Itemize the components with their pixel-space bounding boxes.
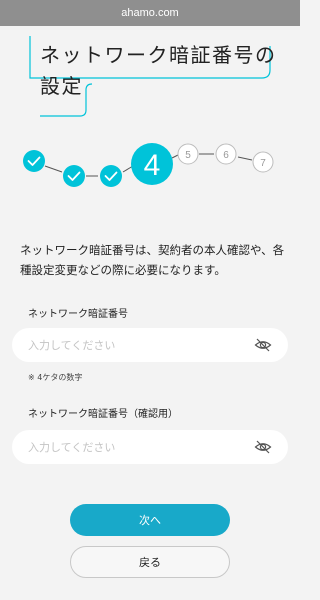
pin-input[interactable] bbox=[28, 338, 248, 352]
step-1-completed bbox=[23, 150, 45, 172]
step-current: 4 bbox=[131, 143, 173, 185]
browser-url-bar[interactable]: ahamo.com bbox=[0, 0, 300, 26]
pin-confirm-field[interactable] bbox=[12, 430, 288, 464]
page-title-line2: 設定 bbox=[40, 74, 83, 98]
intro-text: ネットワーク暗証番号は、契約者の本人確認や、各種設定変更などの際に必要になります… bbox=[20, 243, 285, 277]
page-title: ネットワーク暗証番号の 設定 bbox=[40, 40, 290, 102]
pin-confirm-input[interactable] bbox=[28, 440, 248, 454]
back-button[interactable]: 戻る bbox=[70, 546, 230, 578]
step-upcoming-7: 7 bbox=[252, 151, 274, 173]
step-3-completed bbox=[100, 165, 122, 187]
eye-slash-icon[interactable] bbox=[254, 439, 272, 455]
pin-confirm-label: ネットワーク暗証番号（確認用） bbox=[28, 409, 178, 420]
pin-hint: ※ 4ケタの数字 bbox=[28, 373, 83, 382]
page-title-line1: ネットワーク暗証番号の bbox=[40, 43, 277, 67]
step-upcoming-5: 5 bbox=[177, 143, 199, 165]
pin-field[interactable] bbox=[12, 328, 288, 362]
step-current-number: 4 bbox=[144, 149, 161, 182]
step-upcoming-6-number: 6 bbox=[223, 150, 229, 161]
url-text: ahamo.com bbox=[121, 7, 179, 19]
step-upcoming-6: 6 bbox=[215, 143, 237, 165]
pin-label: ネットワーク暗証番号 bbox=[28, 309, 128, 320]
step-2-completed bbox=[63, 165, 85, 187]
step-upcoming-7-number: 7 bbox=[260, 158, 266, 169]
eye-slash-icon[interactable] bbox=[254, 337, 272, 353]
step-indicator: 4 5 6 7 bbox=[23, 143, 274, 187]
step-upcoming-5-number: 5 bbox=[185, 150, 191, 161]
next-button[interactable]: 次へ bbox=[70, 504, 230, 536]
